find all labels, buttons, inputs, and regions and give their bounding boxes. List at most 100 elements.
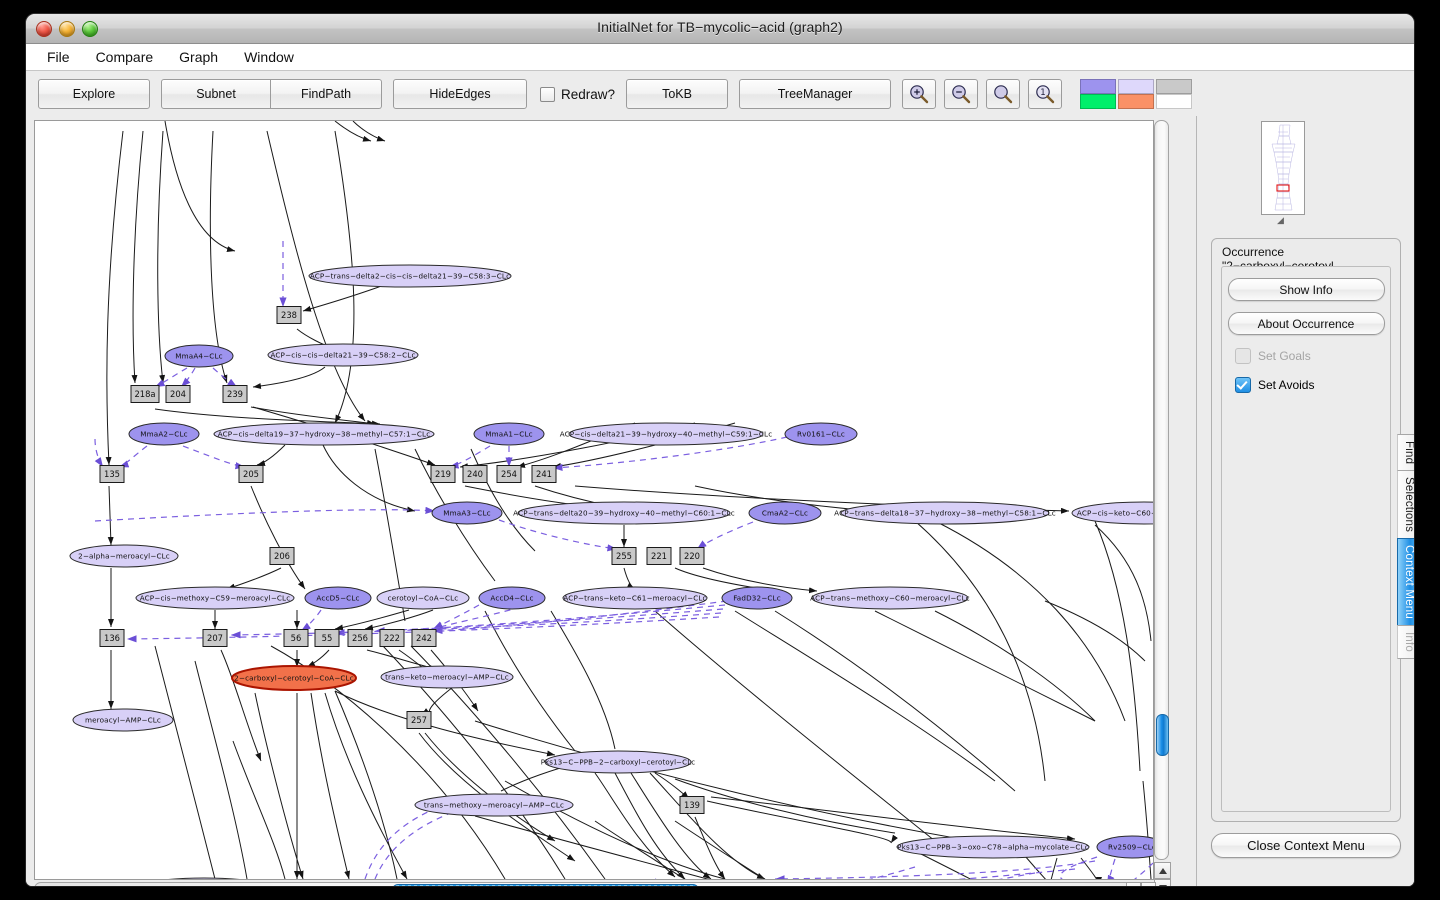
tokb-button[interactable]: ToKB — [626, 79, 729, 109]
reaction-box[interactable]: 242 — [411, 629, 437, 647]
reaction-box[interactable]: 254 — [496, 465, 522, 483]
zoom-in-icon[interactable] — [902, 79, 937, 109]
graph-horizontal-scrollbar[interactable] — [34, 882, 1137, 886]
reaction-box[interactable]: 241 — [531, 465, 557, 483]
hscroll-buttons[interactable] — [1126, 882, 1156, 886]
scroll-down-icon[interactable] — [1154, 879, 1171, 886]
vscroll-thumb[interactable] — [1156, 714, 1169, 756]
reaction-box[interactable]: 239 — [222, 385, 248, 403]
tab-context-menu[interactable]: Context Menu — [1397, 538, 1414, 627]
occurrence-node[interactable]: ACP−trans−keto−C61−meroacyl−CLc — [562, 586, 708, 610]
reaction-box-label: 207 — [207, 633, 223, 643]
occurrence-node[interactable]: CmaA2−CLc — [748, 501, 822, 525]
occurrence-node[interactable]: 2−alpha−meroacyl−CLc — [69, 544, 179, 568]
swatch-gray-white[interactable] — [1155, 78, 1194, 110]
occurrence-node[interactable]: trans−methoxy−meroacyl−AMP−CLc — [414, 793, 574, 817]
scroll-right-icon[interactable] — [1141, 882, 1156, 886]
redraw-checkbox[interactable] — [540, 86, 555, 102]
explore-button[interactable]: Explore — [38, 79, 150, 109]
reaction-box[interactable]: 136 — [99, 629, 125, 647]
reaction-box[interactable]: 220 — [679, 547, 705, 565]
occurrence-node[interactable]: FadD32−CLc — [721, 586, 793, 610]
color-swatch-group[interactable] — [1079, 78, 1194, 110]
swatch-purple-green[interactable] — [1079, 78, 1118, 110]
reaction-box[interactable]: 240 — [462, 465, 488, 483]
reaction-box[interactable]: 206 — [269, 547, 295, 565]
application-window: InitialNet for TB−mycolic−acid (graph2) … — [26, 14, 1414, 886]
reaction-box-label: 55 — [322, 633, 333, 643]
findpath-button[interactable]: FindPath — [271, 79, 382, 109]
about-occurrence-button[interactable]: About Occurrence — [1227, 312, 1385, 335]
set-avoids-checkbox[interactable] — [1235, 377, 1251, 393]
occurrence-node[interactable]: Rv2509−CLc — [1096, 835, 1153, 859]
occurrence-node[interactable]: ACP−cis−delta21−39−hydroxy−40−methyl−C59… — [560, 422, 773, 446]
reaction-box[interactable]: 257 — [406, 711, 432, 729]
graph-vertical-scrollbar[interactable] — [1154, 120, 1169, 860]
reaction-box[interactable]: 218a — [130, 385, 160, 403]
occurrence-node[interactable]: Rv0161−CLc — [784, 422, 858, 446]
occurrence-node[interactable]: AccD5−CLc — [304, 586, 372, 610]
scroll-up-icon[interactable] — [1154, 862, 1171, 879]
reaction-box[interactable]: 56 — [283, 629, 309, 647]
graph-canvas[interactable]: 238 218a 204 239 135 205 219 240 254 241 206 255 221… — [35, 121, 1153, 879]
occurrence-node[interactable]: MmaA2−CLc — [128, 422, 200, 446]
reaction-box[interactable]: 255 — [611, 547, 637, 565]
occurrence-node[interactable]: meroacyl−AMP−CLc — [72, 708, 174, 732]
thumbnail-resize-handle[interactable]: ◢ — [1277, 215, 1284, 226]
occurrence-node[interactable]: ACP−trans−delta2−cis−cis−delta21−39−C58:… — [308, 264, 512, 288]
close-context-menu-button[interactable]: Close Context Menu — [1211, 833, 1401, 858]
reaction-box[interactable]: 256 — [347, 629, 373, 647]
graph-viewport[interactable]: 238 218a 204 239 135 205 219 240 254 241 206 255 221… — [34, 120, 1154, 880]
reaction-box[interactable]: 135 — [99, 465, 125, 483]
occurrence-node[interactable]: Pks13−C−PPB−3−oxo−C78−alpha−mycolate−CLc — [896, 835, 1090, 859]
reaction-box[interactable]: 207 — [202, 629, 228, 647]
occurrence-node[interactable]: cerotoyl−CoA−CLc — [376, 586, 470, 610]
occurrence-node[interactable]: AccD4−CLc — [478, 586, 546, 610]
reaction-box[interactable]: 55 — [314, 629, 340, 647]
swatch-lavender-orange[interactable] — [1117, 78, 1156, 110]
treemanager-button[interactable]: TreeManager — [739, 79, 892, 109]
menu-file[interactable]: File — [36, 46, 81, 68]
reaction-box[interactable]: 238 — [276, 306, 302, 324]
occurrence-node[interactable]: Pks13−C−PPB−2−carboxyl−cerotoyl−CLc — [541, 750, 696, 774]
occurrence-node[interactable]: MmaA1−CLc — [473, 422, 545, 446]
occurrence-node[interactable]: trans−keto−meroacyl−AMP−CLc — [380, 665, 514, 689]
reaction-box[interactable]: 139 — [679, 796, 705, 814]
occurrence-node[interactable]: ACP−trans−delta18−37−hydroxy−38−methyl−C… — [834, 501, 1056, 525]
menu-compare[interactable]: Compare — [85, 46, 165, 68]
graph-overview-thumbnail[interactable] — [1261, 121, 1305, 215]
occurrence-node-label: ACP−cis−methoxy−C59−meroacyl−CLc — [140, 594, 291, 603]
hideedges-button[interactable]: HideEdges — [393, 79, 527, 109]
occurrence-node[interactable]: ACP−trans−delta20−39−hydroxy−40−methyl−C… — [513, 501, 735, 525]
reaction-box[interactable]: 205 — [238, 465, 264, 483]
zoom-actual-size-icon[interactable]: 1 — [1028, 79, 1063, 109]
zoom-out-icon[interactable] — [944, 79, 979, 109]
vscroll-buttons[interactable] — [1154, 862, 1171, 886]
selected-occurrence-node[interactable]: 2−carboxyl−cerotoyl−CoA−CLc — [231, 665, 357, 691]
reaction-box[interactable]: 221 — [646, 547, 672, 565]
occurrence-nodes[interactable]: ACP−trans−delta2−cis−cis−delta21−39−C58:… — [69, 264, 1153, 879]
reaction-box[interactable]: 222 — [379, 629, 405, 647]
hscroll-thumb[interactable] — [392, 884, 699, 886]
occurrence-node[interactable]: ACP−trans−methoxy−C60−meroacyl−CLc — [810, 586, 970, 610]
subnet-button[interactable]: Subnet — [161, 79, 271, 109]
redraw-checkbox-group[interactable]: Redraw? — [540, 86, 615, 102]
occurrence-node-label: Rv0161−CLc — [797, 430, 845, 439]
tab-find[interactable]: Find — [1397, 434, 1414, 472]
set-avoids-row[interactable]: Set Avoids — [1235, 377, 1390, 393]
menu-graph[interactable]: Graph — [168, 46, 229, 68]
occurrence-node[interactable]: ACP−cis−methoxy−C59−meroacyl−CLc — [135, 586, 295, 610]
zoom-fit-icon[interactable] — [986, 79, 1021, 109]
occurrence-node[interactable]: ACP−cis−cis−delta21−39−C58:2−CLc — [267, 343, 419, 367]
menu-window[interactable]: Window — [233, 46, 305, 68]
tab-selections[interactable]: Selections — [1397, 470, 1414, 540]
scroll-left-icon[interactable] — [1126, 882, 1141, 886]
reaction-box[interactable]: 204 — [165, 385, 191, 403]
occurrence-node[interactable]: MmaA3−CLc — [431, 501, 503, 525]
show-info-button[interactable]: Show Info — [1227, 278, 1385, 301]
occurrence-node[interactable]: ACP−cis−keto−C60−meroacyl−CLc — [1071, 501, 1153, 525]
reaction-box[interactable]: 219 — [430, 465, 456, 483]
occurrence-node[interactable]: ACP−cis−delta19−37−hydroxy−38−methyl−C57… — [213, 422, 435, 446]
occurrence-node[interactable]: MmaA4−CLc — [164, 344, 234, 368]
occurrence-node[interactable]: cis−methoxy−meroacyl−AMP−CLc — [134, 877, 274, 879]
